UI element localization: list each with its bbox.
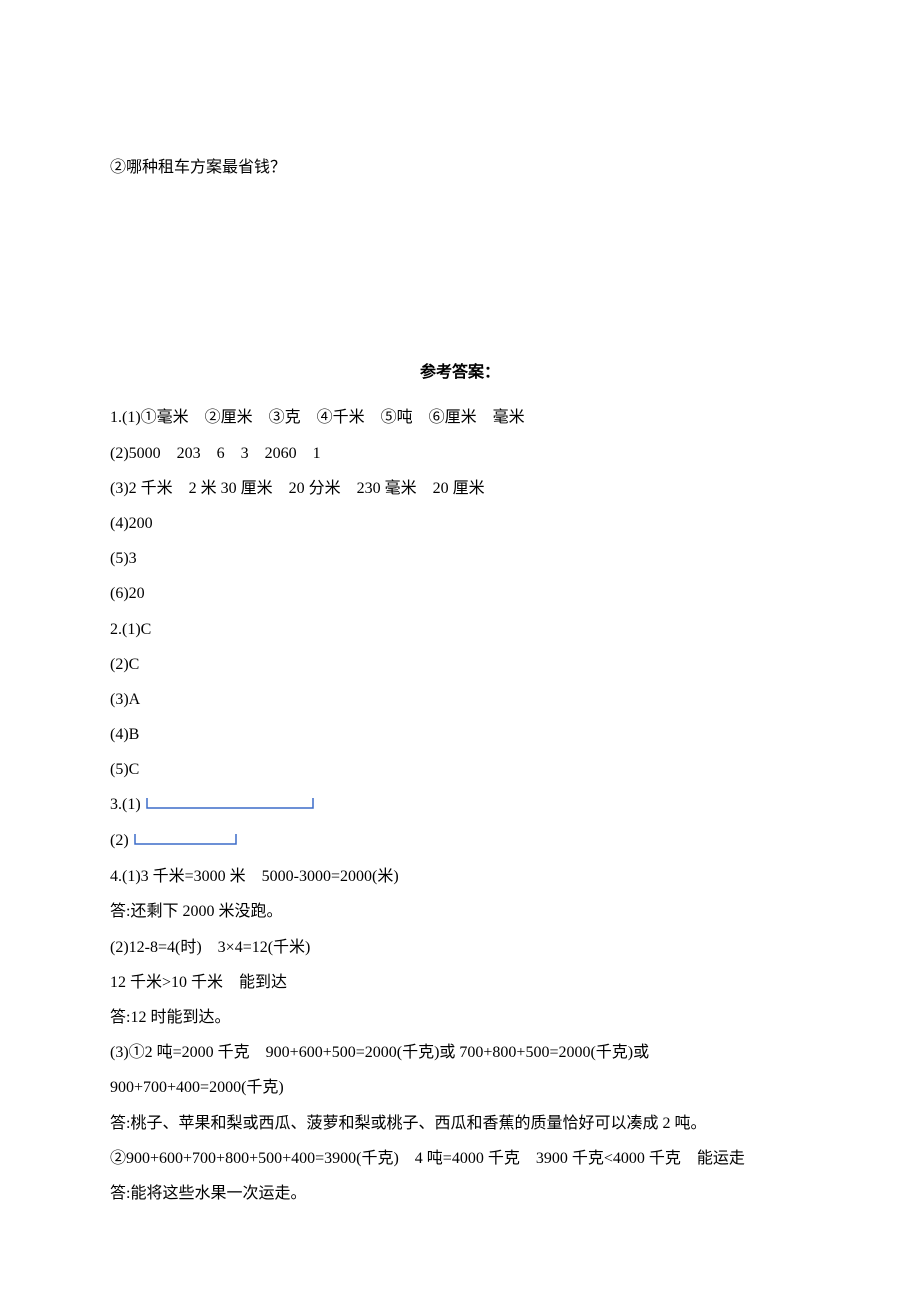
answer-line-16: (2)12-8=4(时) 3×4=12(千米) [110, 930, 810, 965]
answer-line-13-text: (2) [110, 832, 129, 849]
answer-line-4: (4)200 [110, 506, 810, 541]
answer-line-19: (3)①2 吨=2000 千克 900+600+500=2000(千克)或 70… [110, 1035, 810, 1070]
answer-line-2: (2)5000 203 6 3 2060 1 [110, 436, 810, 471]
bracket-short-icon [133, 824, 238, 859]
answer-line-6: (6)20 [110, 576, 810, 611]
answer-title: 参考答案： [110, 355, 810, 390]
answer-line-11: (5)C [110, 752, 810, 787]
question-line: ②哪种租车方案最省钱？ [110, 150, 810, 185]
answer-line-17: 12 千米>10 千米 能到达 [110, 965, 810, 1000]
answer-line-1: 1.(1)①毫米 ②厘米 ③克 ④千米 ⑤吨 ⑥厘米 毫米 [110, 400, 810, 435]
answer-line-12-text: 3.(1) [110, 796, 141, 813]
answer-line-18: 答:12 时能到达。 [110, 1000, 810, 1035]
answer-line-12: 3.(1) [110, 787, 810, 823]
answer-line-10: (4)B [110, 717, 810, 752]
answer-line-13: (2) [110, 823, 810, 859]
answer-line-15: 答:还剩下 2000 米没跑。 [110, 894, 810, 929]
answer-line-14: 4.(1)3 千米=3000 米 5000-3000=2000(米) [110, 859, 810, 894]
answer-line-20: 900+700+400=2000(千克) [110, 1070, 810, 1105]
answer-line-7: 2.(1)C [110, 612, 810, 647]
answer-line-5: (5)3 [110, 541, 810, 576]
answer-line-8: (2)C [110, 647, 810, 682]
answer-line-9: (3)A [110, 682, 810, 717]
bracket-long-icon [145, 788, 315, 823]
answer-line-21: 答:桃子、苹果和梨或西瓜、菠萝和梨或桃子、西瓜和香蕉的质量恰好可以凑成 2 吨。 [110, 1106, 810, 1141]
answer-line-3: (3)2 千米 2 米 30 厘米 20 分米 230 毫米 20 厘米 [110, 471, 810, 506]
answer-line-22: ②900+600+700+800+500+400=3900(千克) 4 吨=40… [110, 1141, 810, 1176]
answer-line-23: 答:能将这些水果一次运走。 [110, 1176, 810, 1211]
question-text: ②哪种租车方案最省钱？ [110, 159, 286, 176]
